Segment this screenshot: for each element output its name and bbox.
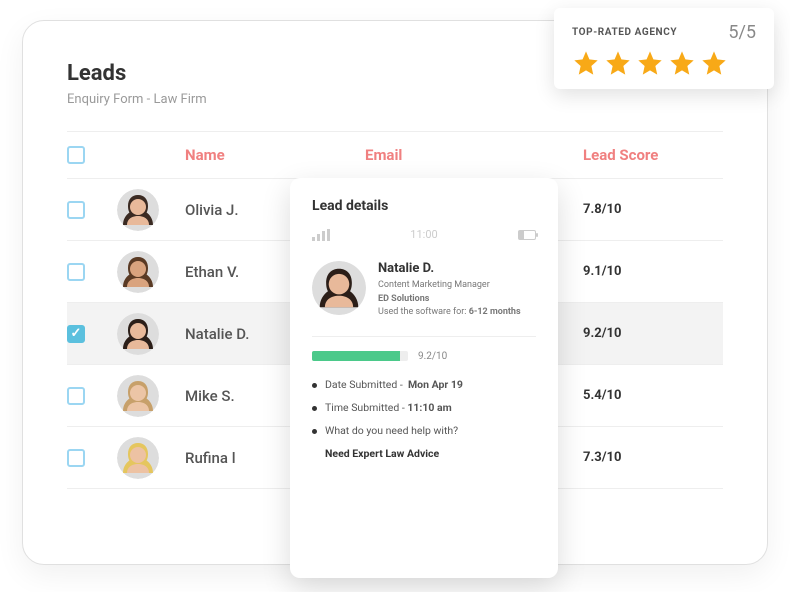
column-name[interactable]: Name: [185, 146, 365, 164]
row-checkbox[interactable]: [67, 201, 85, 219]
detail-used-label: Used the software for:: [378, 307, 466, 317]
star-icon: [668, 49, 696, 77]
row-checkbox[interactable]: [67, 387, 85, 405]
select-all-checkbox[interactable]: [67, 146, 85, 164]
row-checkbox[interactable]: [67, 263, 85, 281]
star-icon: [604, 49, 632, 77]
avatar: [117, 375, 159, 417]
detail-used-value: 6-12 months: [469, 307, 521, 317]
signal-icon: [312, 229, 330, 241]
column-score[interactable]: Lead Score: [583, 146, 723, 164]
row-score: 7.8/10: [583, 202, 723, 217]
avatar: [117, 313, 159, 355]
row-checkbox[interactable]: [67, 325, 85, 343]
detail-company: ED Solutions: [378, 294, 429, 304]
detail-date-label: Date Submitted -: [325, 378, 403, 391]
avatar: [117, 251, 159, 293]
row-score: 9.1/10: [583, 264, 723, 279]
rating-stars: [572, 49, 756, 77]
row-score: 5.4/10: [583, 388, 723, 403]
detail-name: Natalie D.: [378, 261, 521, 276]
column-email[interactable]: Email: [365, 146, 583, 164]
rating-label: TOP-RATED AGENCY: [572, 27, 677, 38]
detail-time-value: 11:10 am: [407, 401, 451, 414]
detail-avatar: [312, 261, 366, 315]
row-checkbox[interactable]: [67, 449, 85, 467]
avatar: [117, 437, 159, 479]
star-icon: [636, 49, 664, 77]
detail-role: Content Marketing Manager: [378, 279, 521, 293]
star-icon: [572, 49, 600, 77]
score-progress: [312, 351, 408, 361]
detail-help-question: What do you need help with?: [325, 424, 458, 437]
page-subtitle: Enquiry Form - Law Firm: [67, 92, 723, 107]
detail-clock: 11:00: [410, 228, 437, 241]
detail-date-value: Mon Apr 19: [408, 378, 463, 391]
lead-detail-card: Lead details 11:00 Natalie D. Content Ma…: [290, 178, 558, 578]
rating-score: 5/5: [728, 22, 756, 43]
battery-icon: [518, 230, 536, 240]
score-progress-label: 9.2/10: [418, 351, 447, 362]
row-score: 9.2/10: [583, 326, 723, 341]
rating-card: TOP-RATED AGENCY 5/5: [554, 8, 774, 89]
row-score: 7.3/10: [583, 450, 723, 465]
table-header: Name Email Lead Score: [67, 131, 723, 179]
detail-help-answer: Need Expert Law Advice: [325, 447, 536, 460]
avatar: [117, 189, 159, 231]
star-icon: [700, 49, 728, 77]
detail-time-label: Time Submitted -: [325, 401, 405, 414]
detail-heading: Lead details: [312, 198, 536, 214]
